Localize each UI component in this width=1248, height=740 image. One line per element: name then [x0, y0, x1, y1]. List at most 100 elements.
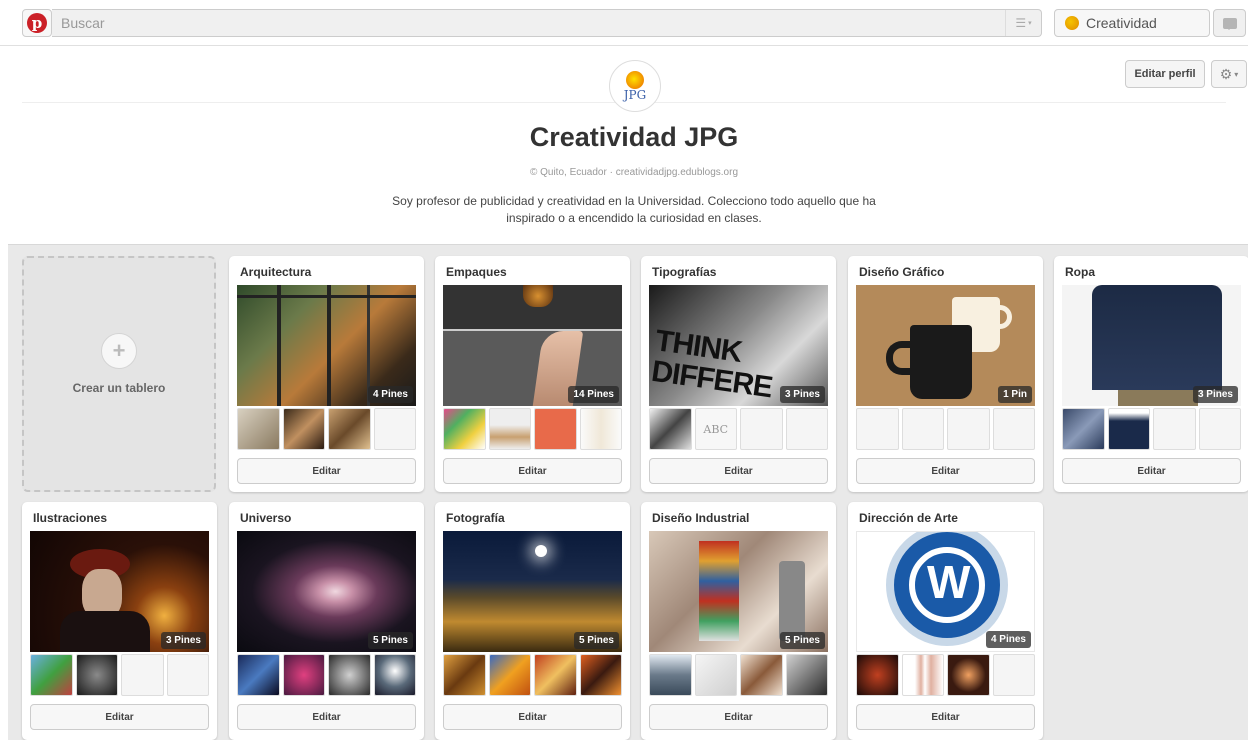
- user-name-label: Creatividad: [1086, 15, 1157, 31]
- thumbnail[interactable]: [579, 654, 622, 696]
- thumbnail[interactable]: [694, 654, 737, 696]
- pin-count-badge: 1 Pin: [998, 386, 1032, 403]
- thumbnail[interactable]: [856, 408, 899, 450]
- profile-avatar[interactable]: JPG: [609, 60, 661, 112]
- board-card-diseno-grafico[interactable]: Diseño Gráfico 1 Pin Editar: [848, 256, 1043, 492]
- board-thumbnails: ABC: [649, 408, 828, 450]
- search-input[interactable]: [52, 10, 982, 36]
- thumbnail[interactable]: [75, 654, 118, 696]
- board-cover-image[interactable]: 5 Pines: [237, 531, 416, 652]
- thumbnail[interactable]: [785, 408, 828, 450]
- thumbnail[interactable]: [1107, 408, 1150, 450]
- board-card-arquitectura[interactable]: Arquitectura 4 Pines Editar: [229, 256, 424, 492]
- top-navigation-bar: p ☰▾ Creatividad: [0, 0, 1248, 46]
- thumbnail[interactable]: [785, 654, 828, 696]
- board-cover-image[interactable]: 14 Pines: [443, 285, 622, 406]
- thumbnail[interactable]: [443, 654, 486, 696]
- board-cover-image[interactable]: THINK DIFFERE 3 Pines: [649, 285, 828, 406]
- thumbnail[interactable]: [579, 408, 622, 450]
- thumbnail[interactable]: [488, 408, 531, 450]
- thumbnail[interactable]: [328, 654, 371, 696]
- pin-count-badge: 4 Pines: [367, 386, 413, 403]
- edit-board-button[interactable]: Editar: [649, 704, 828, 730]
- board-card-fotografia[interactable]: Fotografía 5 Pines Editar: [435, 502, 630, 740]
- board-card-universo[interactable]: Universo 5 Pines Editar: [229, 502, 424, 740]
- edit-profile-button[interactable]: Editar perfil: [1125, 60, 1205, 88]
- pin-count-badge: 4 Pines: [985, 631, 1031, 648]
- thumbnail[interactable]: [534, 408, 577, 450]
- thumbnail[interactable]: [328, 408, 371, 450]
- edit-board-button[interactable]: Editar: [1062, 458, 1241, 484]
- thumbnail[interactable]: [1198, 408, 1241, 450]
- notifications-button[interactable]: [1213, 9, 1246, 37]
- edit-board-button[interactable]: Editar: [30, 704, 209, 730]
- board-cover-image[interactable]: 5 Pines: [443, 531, 622, 652]
- board-thumbnails: [443, 408, 622, 450]
- board-card-ropa[interactable]: Ropa 3 Pines Editar: [1054, 256, 1248, 492]
- user-menu-button[interactable]: Creatividad: [1054, 9, 1210, 37]
- board-title: Universo: [240, 511, 292, 525]
- thumbnail[interactable]: [282, 654, 325, 696]
- thumbnail[interactable]: [901, 408, 944, 450]
- board-cover-image[interactable]: 5 Pines: [649, 531, 828, 652]
- thumbnail[interactable]: [30, 654, 73, 696]
- board-card-empaques[interactable]: Empaques 14 Pines Editar: [435, 256, 630, 492]
- search-bar: ☰▾: [52, 9, 1042, 37]
- board-title: Diseño Gráfico: [859, 265, 945, 279]
- thumbnail[interactable]: [992, 408, 1035, 450]
- thumbnail[interactable]: [443, 408, 486, 450]
- thumbnail[interactable]: [740, 654, 783, 696]
- thumbnail[interactable]: [1153, 408, 1196, 450]
- board-cover-image[interactable]: 3 Pines: [1062, 285, 1241, 406]
- categories-menu-button[interactable]: ☰ ▾: [1005, 10, 1041, 36]
- settings-button[interactable]: ⚙ ▾: [1211, 60, 1247, 88]
- board-thumbnails: [443, 654, 622, 696]
- edit-board-button[interactable]: Editar: [856, 704, 1035, 730]
- thumbnail[interactable]: [534, 654, 577, 696]
- thumbnail[interactable]: [373, 654, 416, 696]
- edit-board-button[interactable]: Editar: [443, 458, 622, 484]
- board-cover-image[interactable]: 3 Pines: [30, 531, 209, 652]
- thumbnail[interactable]: [901, 654, 944, 696]
- board-card-ilustraciones[interactable]: Ilustraciones 3 Pines Editar: [22, 502, 217, 740]
- avatar-text: JPG: [623, 87, 647, 102]
- board-card-direccion-de-arte[interactable]: Dirección de Arte W 4 Pines Editar: [848, 502, 1043, 740]
- thumbnail[interactable]: [992, 654, 1035, 696]
- pinterest-logo-button[interactable]: p: [22, 9, 52, 37]
- board-cover-image[interactable]: W 4 Pines: [856, 531, 1035, 652]
- pin-count-badge: 3 Pines: [1192, 386, 1238, 403]
- board-thumbnails: [30, 654, 209, 696]
- thumbnail[interactable]: [488, 654, 531, 696]
- thumbnail[interactable]: [373, 408, 416, 450]
- thumbnail[interactable]: [649, 654, 692, 696]
- board-card-tipografias[interactable]: Tipografías THINK DIFFERE 3 Pines ABC Ed…: [641, 256, 836, 492]
- thumbnail[interactable]: [121, 654, 164, 696]
- board-card-diseno-industrial[interactable]: Diseño Industrial 5 Pines Editar: [641, 502, 836, 740]
- thumbnail[interactable]: [740, 408, 783, 450]
- board-thumbnails: [856, 654, 1035, 696]
- thumbnail[interactable]: [947, 654, 990, 696]
- edit-board-button[interactable]: Editar: [237, 704, 416, 730]
- edit-board-button[interactable]: Editar: [649, 458, 828, 484]
- thumbnail[interactable]: [282, 408, 325, 450]
- create-board-button[interactable]: + Crear un tablero: [22, 256, 216, 492]
- thumbnail[interactable]: [856, 654, 899, 696]
- board-cover-image[interactable]: 1 Pin: [856, 285, 1035, 406]
- thumbnail[interactable]: [1062, 408, 1105, 450]
- thumbnail[interactable]: [166, 654, 209, 696]
- edit-board-button[interactable]: Editar: [856, 458, 1035, 484]
- board-cover-image[interactable]: 4 Pines: [237, 285, 416, 406]
- edit-board-button[interactable]: Editar: [237, 458, 416, 484]
- edit-board-button[interactable]: Editar: [443, 704, 622, 730]
- thumbnail[interactable]: [237, 654, 280, 696]
- pin-count-badge: 14 Pines: [568, 386, 619, 403]
- thumbnail[interactable]: ABC: [694, 408, 737, 450]
- board-title: Ilustraciones: [33, 511, 108, 525]
- thumbnail[interactable]: [649, 408, 692, 450]
- board-thumbnails: [856, 408, 1035, 450]
- thumbnail[interactable]: [947, 408, 990, 450]
- thumbnail[interactable]: [237, 408, 280, 450]
- profile-bio: Soy profesor de publicidad y creatividad…: [392, 194, 876, 225]
- board-title: Tipografías: [652, 265, 717, 279]
- board-title: Arquitectura: [240, 265, 312, 279]
